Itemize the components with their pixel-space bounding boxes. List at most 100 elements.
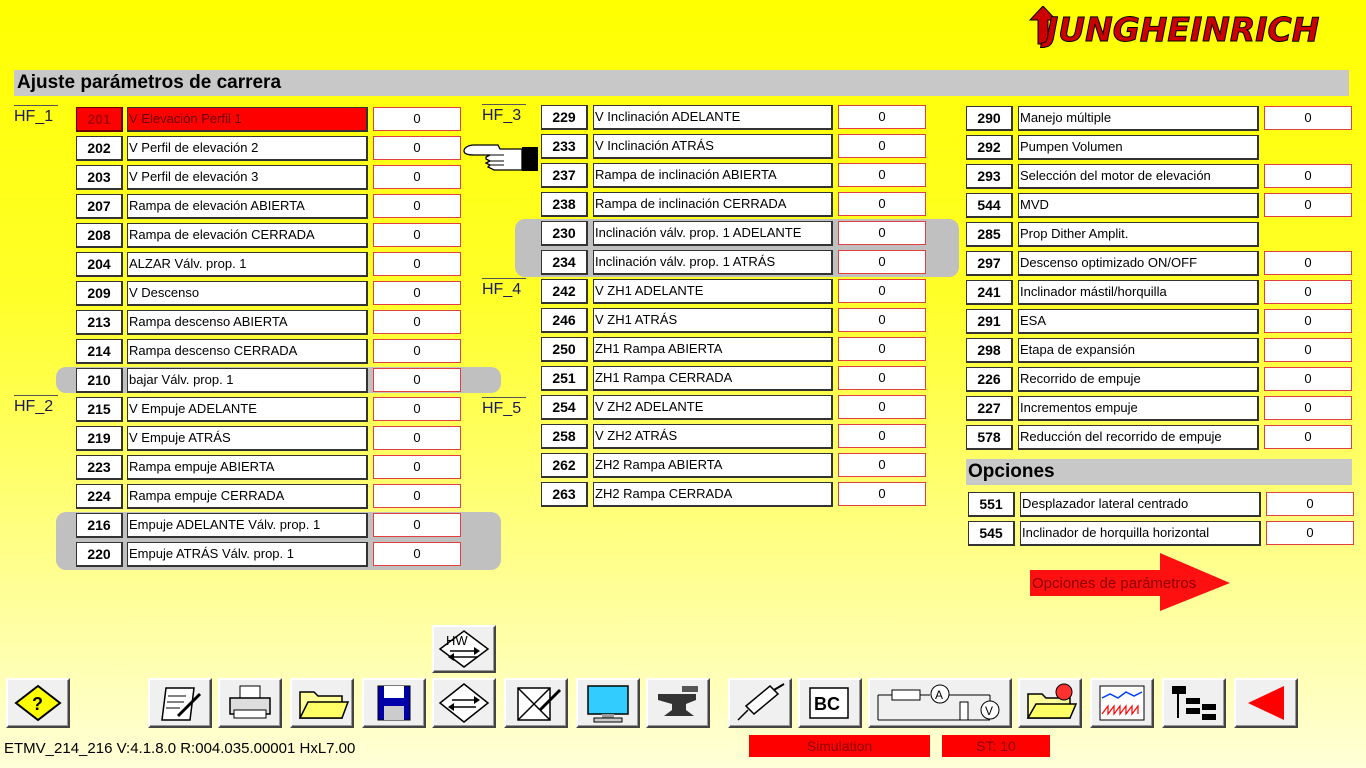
param-value[interactable]: 0 — [373, 136, 461, 160]
param-label[interactable]: V Inclinación ADELANTE — [593, 105, 833, 130]
param-number[interactable]: 230 — [541, 221, 588, 246]
param-number[interactable]: 220 — [76, 542, 123, 567]
param-value[interactable]: 0 — [373, 513, 461, 537]
param-label[interactable]: ZH1 Rampa ABIERTA — [593, 337, 833, 362]
param-value[interactable]: 0 — [373, 426, 461, 450]
param-value[interactable]: 0 — [1264, 280, 1352, 304]
param-value[interactable]: 0 — [1264, 106, 1352, 130]
param-value[interactable]: 0 — [1266, 521, 1354, 545]
param-value[interactable]: 0 — [373, 397, 461, 421]
erase-button[interactable] — [504, 678, 568, 728]
hw-button[interactable]: HW — [432, 625, 496, 673]
param-label[interactable]: Incrementos empuje — [1018, 396, 1259, 421]
param-value[interactable]: 0 — [838, 105, 926, 129]
open-folder-button[interactable] — [290, 678, 354, 728]
monitor-button[interactable] — [576, 678, 640, 728]
param-label[interactable]: bajar Válv. prop. 1 — [127, 368, 368, 393]
param-label[interactable]: Inclinador mástil/horquilla — [1018, 280, 1259, 305]
param-number[interactable]: 242 — [541, 279, 588, 304]
folder-target-button[interactable] — [1018, 678, 1082, 728]
param-value[interactable]: 0 — [373, 542, 461, 566]
param-label[interactable]: Empuje ADELANTE Válv. prop. 1 — [127, 513, 368, 538]
param-number[interactable]: 251 — [541, 366, 588, 391]
param-value[interactable]: 0 — [838, 308, 926, 332]
param-value[interactable]: 0 — [838, 279, 926, 303]
param-value[interactable]: 0 — [1264, 396, 1352, 420]
param-number[interactable]: 551 — [968, 492, 1015, 517]
save-button[interactable] — [362, 678, 426, 728]
param-label[interactable]: V ZH2 ATRÁS — [593, 424, 833, 449]
param-value[interactable]: 0 — [1264, 338, 1352, 362]
tree-button[interactable] — [1162, 678, 1226, 728]
signal-button[interactable] — [1090, 678, 1154, 728]
param-value[interactable]: 0 — [838, 395, 926, 419]
param-label[interactable]: ZH2 Rampa CERRADA — [593, 482, 833, 507]
param-value[interactable]: 0 — [838, 482, 926, 506]
param-value[interactable]: 0 — [838, 163, 926, 187]
param-label[interactable]: Recorrido de empuje — [1018, 367, 1259, 392]
param-value[interactable]: 0 — [1264, 425, 1352, 449]
param-label[interactable]: V Perfil de elevación 3 — [127, 165, 368, 190]
param-label[interactable]: V Empuje ATRÁS — [127, 426, 368, 451]
param-number[interactable]: 290 — [966, 106, 1013, 131]
param-value[interactable]: 0 — [373, 252, 461, 276]
param-number[interactable]: 237 — [541, 163, 588, 188]
param-label[interactable]: Selección del motor de elevación — [1018, 164, 1259, 189]
param-label[interactable]: Reducción del recorrido de empuje — [1018, 425, 1259, 450]
param-number[interactable]: 238 — [541, 192, 588, 217]
param-label[interactable]: V ZH2 ADELANTE — [593, 395, 833, 420]
param-label[interactable]: Inclinación válv. prop. 1 ATRÁS — [593, 250, 833, 275]
param-label[interactable]: MVD — [1018, 193, 1259, 218]
param-number[interactable]: 219 — [76, 426, 123, 451]
param-value[interactable]: 0 — [373, 194, 461, 218]
param-number[interactable]: 208 — [76, 223, 123, 248]
param-value[interactable]: 0 — [373, 165, 461, 189]
param-label[interactable]: Rampa descenso CERRADA — [127, 339, 368, 364]
param-label[interactable]: ALZAR Válv. prop. 1 — [127, 252, 368, 277]
param-value[interactable]: 0 — [838, 134, 926, 158]
param-label[interactable]: Rampa de elevación ABIERTA — [127, 194, 368, 219]
syringe-button[interactable] — [728, 678, 792, 728]
param-number[interactable]: 241 — [966, 280, 1013, 305]
anvil-button[interactable] — [646, 678, 710, 728]
param-number[interactable]: 233 — [541, 134, 588, 159]
param-number[interactable]: 258 — [541, 424, 588, 449]
param-number[interactable]: 246 — [541, 308, 588, 333]
param-value[interactable]: 0 — [838, 250, 926, 274]
param-number[interactable]: 578 — [966, 425, 1013, 450]
param-label[interactable]: V Elevación Perfil 1 — [127, 107, 368, 132]
param-number[interactable]: 254 — [541, 395, 588, 420]
param-label[interactable]: Rampa descenso ABIERTA — [127, 310, 368, 335]
param-number[interactable]: 223 — [76, 455, 123, 480]
param-label[interactable]: Pumpen Volumen — [1018, 135, 1259, 160]
back-button[interactable] — [1234, 678, 1298, 728]
param-value[interactable]: 0 — [1264, 193, 1352, 217]
param-label[interactable]: ZH1 Rampa CERRADA — [593, 366, 833, 391]
param-value[interactable]: 0 — [1264, 251, 1352, 275]
options-link[interactable]: Opciones de parámetros — [1032, 575, 1196, 592]
param-number[interactable]: 298 — [966, 338, 1013, 363]
param-label[interactable]: V Inclinación ATRÁS — [593, 134, 833, 159]
param-label[interactable]: Rampa empuje ABIERTA — [127, 455, 368, 480]
param-value[interactable]: 0 — [373, 455, 461, 479]
param-label[interactable]: V ZH1 ATRÁS — [593, 308, 833, 333]
param-value[interactable]: 0 — [838, 221, 926, 245]
param-label[interactable]: V Perfil de elevación 2 — [127, 136, 368, 161]
param-value[interactable]: 0 — [838, 192, 926, 216]
param-value[interactable]: 0 — [1266, 492, 1354, 516]
bc-button[interactable]: BC — [798, 678, 862, 728]
param-label[interactable]: Empuje ATRÁS Válv. prop. 1 — [127, 542, 368, 567]
param-value[interactable]: 0 — [1264, 367, 1352, 391]
param-label[interactable]: V Empuje ADELANTE — [127, 397, 368, 422]
param-number[interactable]: 207 — [76, 194, 123, 219]
param-label[interactable]: Prop Dither Amplit. — [1018, 222, 1259, 247]
param-number[interactable]: 216 — [76, 513, 123, 538]
param-number[interactable]: 201 — [76, 107, 123, 132]
param-label[interactable]: Etapa de expansión — [1018, 338, 1259, 363]
param-number[interactable]: 215 — [76, 397, 123, 422]
param-label[interactable]: Desplazador lateral centrado — [1020, 492, 1261, 517]
param-value[interactable]: 0 — [373, 223, 461, 247]
param-number[interactable]: 285 — [966, 222, 1013, 247]
param-number[interactable]: 292 — [966, 135, 1013, 160]
param-label[interactable]: V ZH1 ADELANTE — [593, 279, 833, 304]
